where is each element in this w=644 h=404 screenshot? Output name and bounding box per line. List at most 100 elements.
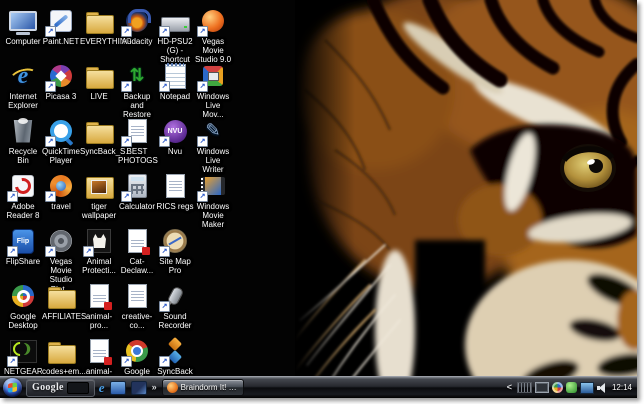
desktop-icon-label: Recycle Bin <box>8 147 38 166</box>
desktop-icon-nvu[interactable]: ↗ Nvu <box>156 116 194 156</box>
nvu-icon: ↗ <box>158 116 192 147</box>
desktop-icon-adobe-reader-8[interactable]: ↗ Adobe Reader 8 <box>4 171 42 220</box>
taskbar: Google e » Braindorm It! - Moz... < 12:1… <box>0 376 637 398</box>
shortcut-arrow-icon: ↗ <box>159 136 170 147</box>
moviemaker-icon: ↗ <box>196 171 230 202</box>
desktop-icon-label: Computer <box>5 37 41 46</box>
audacity-icon: ↗ <box>120 6 154 37</box>
desktop-icon-label: LIVE <box>90 92 108 101</box>
desktop-icon-windows-movie-maker[interactable]: ↗ Windows Movie Maker <box>194 171 232 230</box>
desktop-icon-calculator[interactable]: ↗ Calculator <box>118 171 156 211</box>
google-deskbar[interactable]: Google <box>26 378 95 397</box>
tray-display-icon[interactable] <box>534 382 549 393</box>
tray-network-icon[interactable] <box>579 381 594 394</box>
desktop-icon-tiger-wallpaper[interactable]: tiger wallpaper <box>80 171 118 220</box>
desktop-icon-codes-em[interactable]: codes+em... <box>42 336 86 376</box>
desktop-icon-label: Audacity <box>121 37 153 46</box>
start-button[interactable] <box>3 378 22 397</box>
desktop-icon-sound-recorder[interactable]: ↗ Sound Recorder <box>156 281 194 330</box>
paintnet-icon: ↗ <box>44 6 78 37</box>
document-icon: ↗ <box>120 116 154 147</box>
picasa-icon: ↗ <box>44 61 78 92</box>
desktop-icon-internet-explorer[interactable]: Internet Explorer <box>4 61 42 110</box>
desktop-icon-vegas-movie-studio-9-0[interactable]: ↗ Vegas Movie Studio 9.0 <box>194 6 232 65</box>
desktop-icon-recycle-bin[interactable]: Recycle Bin <box>4 116 42 165</box>
computer-icon <box>6 6 40 36</box>
desktop-icon-rics-regs[interactable]: RICS regs <box>156 171 194 211</box>
desktop-icon-audacity[interactable]: ↗ Audacity <box>118 6 156 46</box>
desktop-icon-live[interactable]: LIVE <box>80 61 118 101</box>
desktop-icon-label: AFFILIATES <box>42 312 87 321</box>
desktop-icon-label: codes+em... <box>42 367 86 376</box>
pdf-icon <box>82 281 116 311</box>
shortcut-arrow-icon: ↗ <box>159 301 170 312</box>
desktop-icon-picasa-3[interactable]: ↗ Picasa 3 <box>42 61 80 101</box>
desktop-icon-label: creative-co... <box>121 312 153 331</box>
recycle-bin-icon <box>6 116 40 146</box>
pdf-icon <box>120 226 154 256</box>
desktop-icon-computer[interactable]: Computer <box>4 6 42 46</box>
drive-icon: ↗ <box>158 6 192 37</box>
desktop-icon-animal-protecti[interactable]: ↗ Animal Protecti... <box>80 226 118 275</box>
desktop-icon-paint-net[interactable]: ↗ Paint.NET <box>42 6 80 46</box>
desktop-icon-label: animal-pro... <box>85 312 113 331</box>
clock[interactable]: 12:14 <box>612 383 634 392</box>
desktop-icon-google-desktop[interactable]: Google Desktop <box>4 281 42 330</box>
task-button-label: Braindorm It! - Moz... <box>180 383 239 392</box>
shortcut-arrow-icon: ↗ <box>45 81 56 92</box>
desktop-icon-best-photogs[interactable]: ↗ BEST PHOTOGS <box>118 116 158 165</box>
vegas-icon: ↗ <box>196 6 230 37</box>
desktop-icon-label: FlipShare <box>5 257 41 266</box>
desktop-icon-windows-live-mov[interactable]: ↗ Windows Live Mov... <box>194 61 232 120</box>
shortcut-arrow-icon: ↗ <box>7 246 18 257</box>
desktop-icon-label: SyncBack <box>157 367 193 376</box>
sitemap-icon: ↗ <box>158 226 192 257</box>
folder-icon <box>82 6 116 36</box>
desktop-icon-label: Notepad <box>159 92 191 101</box>
desktop-icon-label: Nvu <box>167 147 183 156</box>
shortcut-arrow-icon: ↗ <box>197 81 208 92</box>
desktop-icon-windows-live-writer[interactable]: ↗Windows Live Writer <box>194 116 232 175</box>
remote-desktop-icon[interactable] <box>109 380 126 395</box>
tray-volume-icon[interactable] <box>596 382 608 393</box>
windows-logo-icon <box>8 382 17 393</box>
desktop-icon-creative-co[interactable]: creative-co... <box>118 281 156 330</box>
desktop-icon-site-map-pro[interactable]: ↗ Site Map Pro <box>156 226 194 275</box>
tray-updates-icon[interactable] <box>565 382 577 393</box>
desktop-icon-cat-declaw[interactable]: Cat-Declaw... <box>118 226 156 275</box>
desktop-icon-label: Adobe Reader 8 <box>6 202 40 221</box>
desktop-icon-label: Sound Recorder <box>158 312 192 331</box>
overflow-chevron-icon[interactable]: » <box>151 383 158 392</box>
shortcut-arrow-icon: ↗ <box>7 356 18 367</box>
desktop-icon-syncback[interactable]: ↗ SyncBack <box>156 336 194 376</box>
tray-collapse-chevron-icon[interactable]: < <box>506 383 513 392</box>
internet-explorer-icon[interactable]: e <box>99 381 105 394</box>
shortcut-arrow-icon: ↗ <box>121 136 132 147</box>
show-desktop-icon[interactable] <box>130 380 147 395</box>
desktop-icon-travel[interactable]: ↗ travel <box>42 171 80 211</box>
desktop-icon-everything[interactable]: EVERYTHING <box>80 6 132 46</box>
desktop-icon-flipshare[interactable]: ↗FlipShare <box>4 226 42 267</box>
quick-launch: e <box>99 380 147 395</box>
desktop-icon-label: RICS regs <box>156 202 194 211</box>
desktop-icon-label: Picasa 3 <box>45 92 77 101</box>
document-icon <box>158 171 192 201</box>
desktop-icon-animal-pro[interactable]: animal-pro... <box>80 281 118 330</box>
tray-google-desktop-icon[interactable] <box>551 382 563 393</box>
desktop-icon-syncback-s[interactable]: SyncBack_S... <box>80 116 133 156</box>
desktop-icon-label: SyncBack_S... <box>80 147 133 156</box>
desktop-icon-notepad[interactable]: ↗ Notepad <box>156 61 194 101</box>
shortcut-arrow-icon: ↗ <box>197 26 208 37</box>
shortcut-arrow-icon: ↗ <box>45 136 56 147</box>
google-search-input[interactable] <box>66 381 89 394</box>
desktop-icon-hd-psu2-g-shortcut[interactable]: ↗ HD-PSU2 (G) - Shortcut <box>156 6 194 65</box>
desktop-icon-affiliates[interactable]: AFFILIATES <box>42 281 87 321</box>
desktop-icon-quicktime-player[interactable]: ↗ QuickTime Player <box>42 116 80 165</box>
document-icon <box>120 281 154 311</box>
filmreel-icon: ↗ <box>44 226 78 257</box>
tray-keyboard-icon[interactable] <box>516 382 532 393</box>
backup-icon: ↗ <box>120 61 154 92</box>
desktop-icon-label: Windows Movie Maker <box>196 202 230 230</box>
task-button-firefox[interactable]: Braindorm It! - Moz... <box>161 379 244 396</box>
desktop-icon-label: EVERYTHING <box>80 37 132 46</box>
